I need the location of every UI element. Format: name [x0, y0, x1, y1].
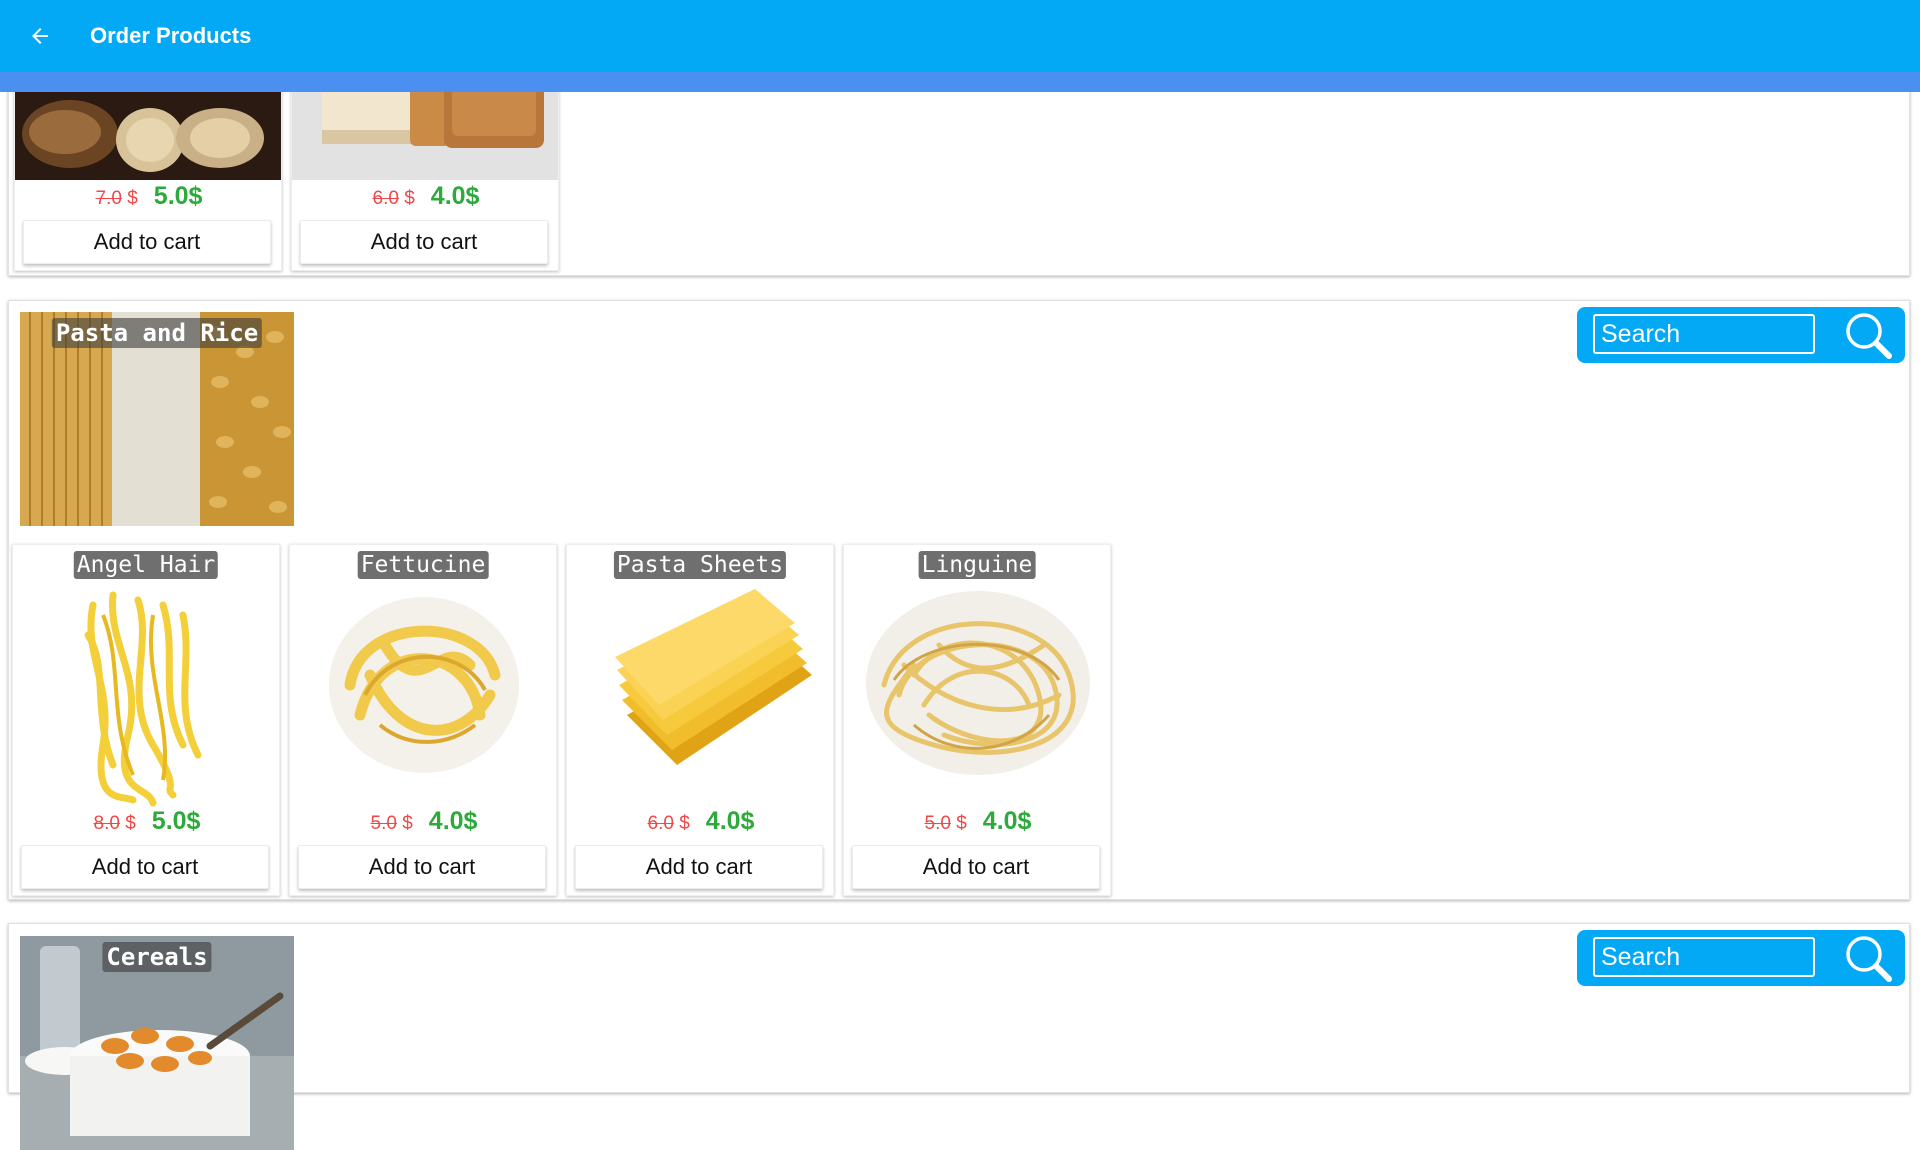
search-bar: [1577, 930, 1905, 986]
product-card: 7.0 $ 5.0$ Add to cart: [14, 61, 282, 271]
product-name: Pasta Sheets: [613, 551, 787, 579]
app-bar-divider: [0, 72, 1920, 92]
search-bar: [1577, 307, 1905, 363]
product-card: Angel Hair 8.0 $ 5.0$ Add to cart: [12, 544, 280, 896]
sale-price: 4.0$: [430, 182, 480, 210]
page-title: Order Products: [90, 23, 252, 48]
category-section-pasta-rice: Pasta and Rice Angel Hair: [8, 300, 1910, 900]
search-icon: [1846, 313, 1892, 359]
product-name: Angel Hair: [73, 551, 219, 579]
old-price: 5.0 $: [370, 813, 413, 834]
search-button[interactable]: [1843, 311, 1895, 361]
old-price: 6.0 $: [647, 813, 690, 834]
product-image: [290, 575, 556, 807]
add-to-cart-button[interactable]: Add to cart: [300, 220, 548, 264]
arrow-back-icon: [32, 28, 48, 44]
old-price: 5.0 $: [924, 813, 967, 834]
back-button[interactable]: [20, 16, 60, 56]
add-to-cart-button[interactable]: Add to cart: [575, 845, 823, 889]
add-to-cart-button[interactable]: Add to cart: [21, 845, 269, 889]
sale-price: 4.0$: [705, 807, 755, 835]
old-price: 6.0 $: [372, 188, 415, 209]
sale-price: 4.0$: [428, 807, 478, 835]
product-name: Fettucine: [357, 551, 489, 579]
category-title: Pasta and Rice: [51, 318, 263, 348]
sale-price: 5.0$: [153, 182, 203, 210]
product-card: Pasta Sheets 6.0 $ 4.0$ Add to cart: [566, 544, 834, 896]
app-bar: Order Products: [0, 0, 1920, 72]
category-section-cereals: Cereals: [8, 923, 1910, 1150]
category-title: Cereals: [102, 942, 212, 972]
search-input[interactable]: [1593, 937, 1815, 977]
add-to-cart-button[interactable]: Add to cart: [23, 220, 271, 264]
category-image[interactable]: Pasta and Rice: [20, 312, 294, 526]
product-card: Linguine 5.0 $ 4.0$ Add to cart: [843, 544, 1111, 896]
search-icon: [1846, 936, 1892, 982]
product-card: Fettucine 5.0 $ 4.0$ Add to cart: [289, 544, 557, 896]
category-section-bread: 7.0 $ 5.0$ Add to cart 6.0 $ 4.0$ Add to…: [8, 60, 1910, 276]
sale-price: 5.0$: [151, 807, 201, 835]
product-card: 6.0 $ 4.0$ Add to cart: [291, 61, 559, 271]
product-name: Linguine: [918, 551, 1036, 579]
old-price: 7.0 $: [95, 188, 138, 209]
search-button[interactable]: [1843, 934, 1895, 984]
sale-price: 4.0$: [982, 807, 1032, 835]
add-to-cart-button[interactable]: Add to cart: [852, 845, 1100, 889]
old-price: 8.0 $: [93, 813, 136, 834]
search-input[interactable]: [1593, 314, 1815, 354]
product-image: [844, 575, 1110, 807]
category-image[interactable]: Cereals: [20, 936, 294, 1150]
product-image: [13, 575, 279, 807]
product-image: [567, 575, 833, 807]
add-to-cart-button[interactable]: Add to cart: [298, 845, 546, 889]
